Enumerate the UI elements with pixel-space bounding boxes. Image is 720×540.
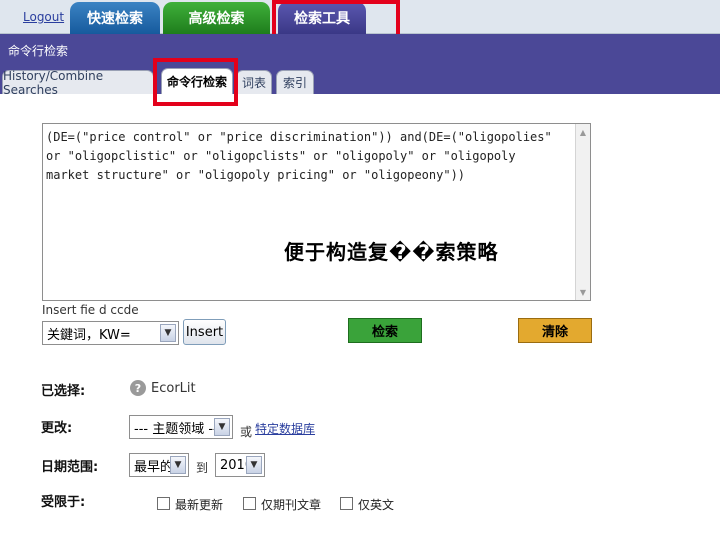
chevron-down-icon: ▼ [246, 456, 262, 474]
query-text: (DE=("price control" or "price discrimin… [46, 130, 552, 182]
change-label: 更改: [41, 421, 73, 436]
tab-advanced-search[interactable]: 高级检索 [163, 2, 270, 34]
specific-database-link[interactable]: 特定数据库 [255, 420, 315, 437]
help-icon[interactable]: ? [130, 380, 146, 396]
scroll-up-icon[interactable]: ▲ [577, 125, 589, 139]
scroll-down-icon[interactable]: ▼ [577, 285, 589, 299]
chevron-down-icon: ▼ [214, 418, 230, 436]
clear-button[interactable]: 清除 [518, 318, 592, 343]
limit-latest-checkbox[interactable] [157, 497, 170, 510]
subtab-history[interactable]: History/Combine Searches [2, 69, 154, 97]
limit-journal-label: 仅期刊文章 [261, 498, 322, 512]
selected-label: 已选择: [41, 384, 86, 399]
chevron-down-icon: ▼ [160, 324, 176, 342]
limit-label: 受限于: [41, 495, 86, 510]
subject-area-select[interactable]: --- 主题领域 -- ▼ [129, 415, 233, 439]
limit-journal-checkbox[interactable] [243, 497, 256, 510]
logout-link[interactable]: Logout [23, 10, 64, 24]
field-code-value: 关鍵词，KW= [47, 327, 131, 343]
date-range-label: 日期范围: [41, 460, 99, 475]
insert-button[interactable]: Insert [183, 319, 226, 345]
subtab-index[interactable]: 索引 [276, 70, 314, 94]
field-code-select[interactable]: 关鍵词，KW= ▼ [42, 321, 179, 345]
date-from-value: 最早的 [134, 459, 174, 475]
insert-field-code-label: Insert fie d ccde [42, 303, 139, 317]
selected-database: EcorLit [151, 381, 196, 396]
to-text: 到 [196, 461, 209, 475]
tab-quick-search[interactable]: 快速检索 [70, 2, 160, 34]
top-nav-bar: Logout 快速检索 高级检索 检索工具 [0, 0, 720, 34]
chevron-down-icon: ▼ [170, 456, 186, 474]
subject-area-value: --- 主题领域 -- [134, 421, 218, 437]
subtab-thesaurus[interactable]: 词表 [236, 70, 272, 94]
textarea-scrollbar[interactable]: ▲ ▼ [575, 124, 590, 300]
subtab-command-line[interactable]: 命令行检索 [161, 68, 233, 94]
date-from-select[interactable]: 最早的 ▼ [129, 453, 189, 477]
section-title: 命令行检索 [8, 44, 69, 58]
limit-latest-label: 最新更新 [175, 498, 224, 512]
date-to-select[interactable]: 2010 ▼ [215, 453, 265, 477]
search-button[interactable]: 检索 [348, 318, 422, 343]
limit-english-checkbox[interactable] [340, 497, 353, 510]
tab-search-tools[interactable]: 检索工具 [278, 2, 366, 34]
annotation-caption: 便于构造复��索策略 [284, 240, 499, 264]
limit-english-label: 仅英文 [358, 498, 395, 512]
query-textarea[interactable]: (DE=("price control" or "price discrimin… [42, 123, 591, 301]
or-text: 或 [240, 425, 253, 439]
